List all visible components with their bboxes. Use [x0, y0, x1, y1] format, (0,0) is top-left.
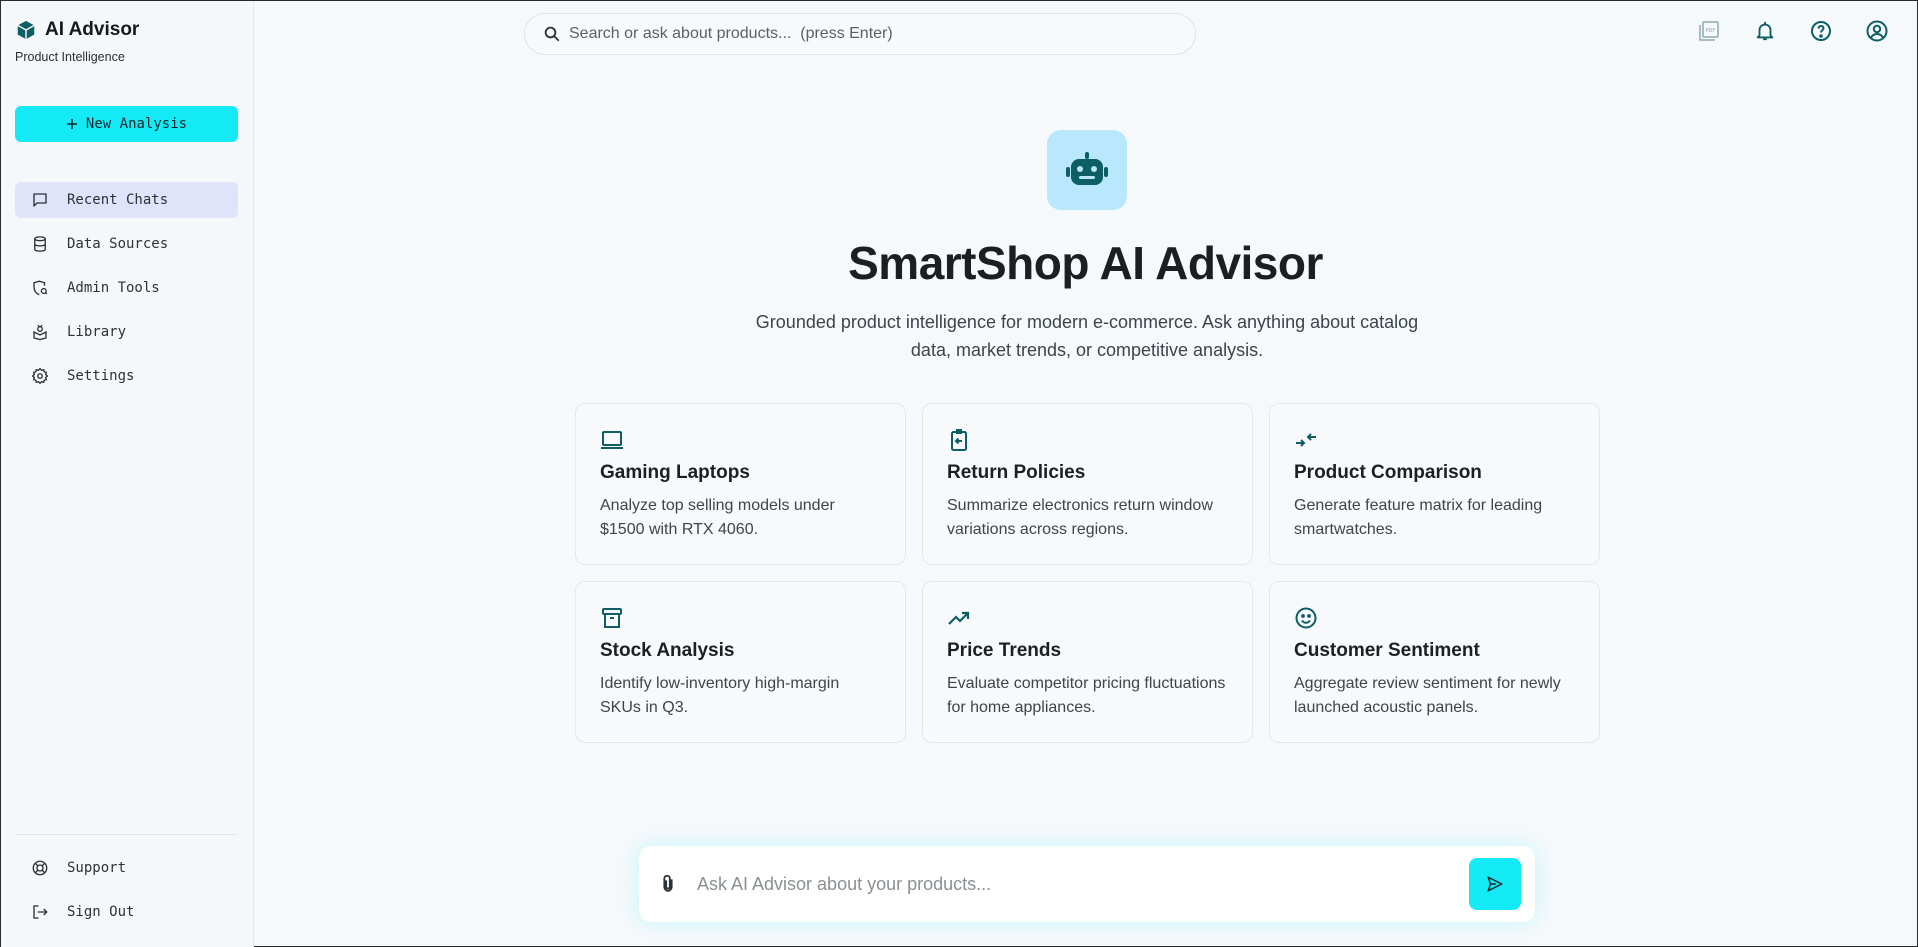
card-title: Gaming Laptops	[600, 462, 750, 483]
card-description: Evaluate competitor pricing fluctuations…	[947, 675, 1226, 716]
sidebar-item-support[interactable]: Support	[15, 850, 238, 886]
svg-text:PDF: PDF	[1706, 28, 1716, 34]
card-title: Return Policies	[947, 462, 1086, 483]
search-bar[interactable]	[524, 13, 1196, 55]
card-product-comparison[interactable]: Product Comparison Generate feature matr…	[1269, 403, 1600, 565]
card-description: Identify low-inventory high-margin SKUs …	[600, 675, 840, 716]
trend-icon	[948, 611, 970, 625]
new-analysis-label: New Analysis	[85, 116, 188, 132]
card-title: Price Trends	[947, 640, 1062, 661]
account-icon[interactable]	[1863, 17, 1891, 45]
brand[interactable]: AI Advisor	[15, 19, 139, 41]
sidebar-item-label: Recent Chats	[67, 192, 169, 208]
sidebar-nav: Recent Chats Data Sources Admin Tools Li…	[15, 182, 238, 402]
card-return-policies[interactable]: Return Policies Summarize electronics re…	[922, 403, 1253, 565]
sidebar-item-label: Sign Out	[67, 904, 135, 920]
card-stock-analysis[interactable]: Stock Analysis Identify low-inventory hi…	[575, 581, 906, 743]
sidebar-item-library[interactable]: Library	[15, 314, 238, 350]
chat-input[interactable]	[697, 873, 1451, 895]
new-analysis-button[interactable]: New Analysis	[15, 106, 238, 142]
card-customer-sentiment[interactable]: Customer Sentiment Aggregate review sent…	[1269, 581, 1600, 743]
sidebar-divider	[15, 834, 238, 835]
archive-icon	[602, 608, 622, 628]
suggestion-cards: Gaming Laptops Analyze top selling model…	[575, 403, 1600, 743]
sign-out-icon	[33, 905, 48, 919]
send-button[interactable]	[1469, 858, 1521, 910]
help-icon[interactable]	[1807, 17, 1835, 45]
search-icon	[544, 26, 560, 42]
card-description: Summarize electronics return window vari…	[947, 497, 1213, 538]
card-description: Aggregate review sentiment for newly lau…	[1294, 675, 1561, 716]
card-title: Stock Analysis	[600, 640, 735, 661]
sidebar-item-sign-out[interactable]: Sign Out	[15, 894, 238, 930]
card-title: Product Comparison	[1294, 462, 1482, 483]
smile-icon	[1295, 607, 1317, 629]
search-input[interactable]	[569, 25, 1195, 43]
chat-icon	[33, 193, 47, 207]
compare-icon	[1296, 433, 1316, 447]
topbar-actions: PDF	[1695, 17, 1891, 45]
bell-icon[interactable]	[1751, 17, 1779, 45]
sidebar-item-settings[interactable]: Settings	[15, 358, 238, 394]
pdf-icon[interactable]: PDF	[1695, 17, 1723, 45]
sidebar-item-label: Library	[67, 324, 127, 340]
sidebar-item-label: Support	[67, 860, 127, 876]
chat-composer	[639, 846, 1535, 922]
return-icon	[951, 429, 967, 451]
paperclip-icon[interactable]	[657, 873, 679, 895]
gear-icon	[31, 367, 49, 385]
plus-icon	[66, 119, 77, 129]
sidebar-item-recent-chats[interactable]: Recent Chats	[15, 182, 238, 218]
brand-name: AI Advisor	[45, 19, 140, 40]
laptop-icon	[601, 431, 623, 449]
card-description: Analyze top selling models under $1500 w…	[600, 497, 835, 538]
robot-icon	[1047, 130, 1127, 210]
page-subtitle: Grounded product intelligence for modern…	[755, 312, 1419, 360]
page-title: SmartShop AI Advisor	[848, 237, 1323, 289]
card-title: Customer Sentiment	[1294, 640, 1480, 661]
library-icon	[33, 324, 47, 341]
sidebar: AI Advisor Product Intelligence New Anal…	[1, 1, 254, 947]
card-gaming-laptops[interactable]: Gaming Laptops Analyze top selling model…	[575, 403, 906, 565]
send-icon	[1487, 876, 1503, 892]
brand-subtitle: Product Intelligence	[15, 50, 125, 64]
card-description: Generate feature matrix for leading smar…	[1294, 497, 1543, 538]
card-price-trends[interactable]: Price Trends Evaluate competitor pricing…	[922, 581, 1253, 743]
cube-icon	[17, 20, 35, 40]
sidebar-bottom-nav: Support Sign Out	[15, 850, 238, 938]
support-icon	[32, 860, 48, 876]
sidebar-item-label: Settings	[67, 368, 135, 384]
